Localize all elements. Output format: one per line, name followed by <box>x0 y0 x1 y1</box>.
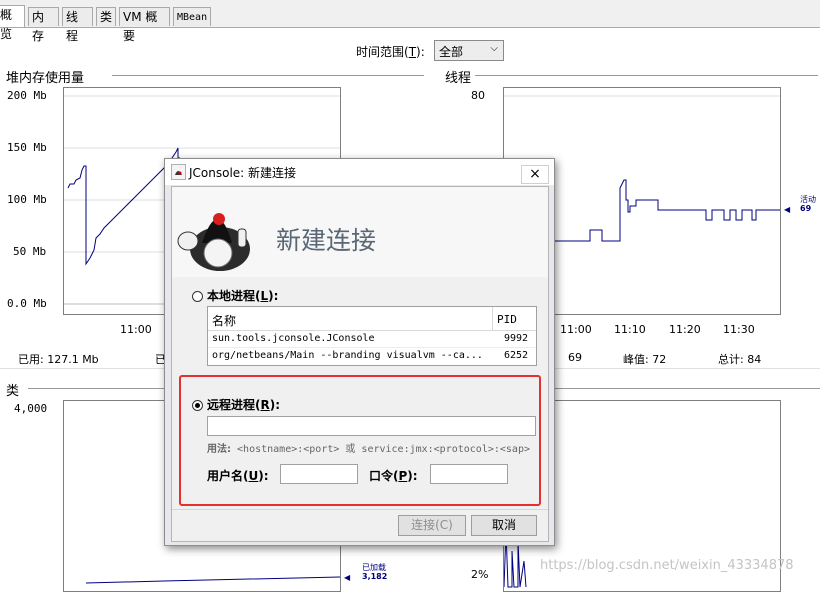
dialog-title-bar[interactable]: JConsole: 新建连接 × <box>165 159 554 185</box>
classes-y-tick: 4,000 <box>14 402 48 415</box>
cancel-button[interactable]: 取消 <box>471 515 537 536</box>
table-header-pid[interactable]: PID <box>492 307 536 331</box>
threads-total-status: 总计: 84 <box>718 353 762 366</box>
chevron-down-icon: ⌵ <box>490 43 498 54</box>
java-duke-logo <box>177 213 250 271</box>
table-row[interactable]: org/netbeans/Main --branding visualvm --… <box>208 348 536 364</box>
highlight-box <box>179 375 541 506</box>
tab-memory[interactable]: 内存 <box>28 7 59 43</box>
tab-mbean[interactable]: MBean <box>173 7 211 26</box>
classes-legend-value: 3,182 <box>362 572 388 581</box>
threads-chart-title: 线程 <box>445 71 472 86</box>
local-process-radio[interactable] <box>192 291 203 302</box>
banner-title: 新建连接 <box>276 226 377 255</box>
java-app-icon <box>171 164 186 180</box>
tab-vm-summary[interactable]: VM 概要 <box>119 7 170 43</box>
threads-x-tick: 11:00 <box>560 323 592 336</box>
heap-y-tick: 0.0 Mb <box>7 297 47 310</box>
table-row[interactable]: sun.tools.jconsole.JConsole 9992 <box>208 331 536 348</box>
dialog-banner: 新建连接 <box>172 187 548 277</box>
connect-button[interactable]: 连接(C) <box>398 515 466 536</box>
tab-threads[interactable]: 线程 <box>62 7 93 43</box>
threads-legend-arrow: ◀ <box>784 205 791 214</box>
threads-legend-value: 69 <box>800 204 812 213</box>
heap-y-tick: 150 Mb <box>7 141 47 154</box>
local-process-table[interactable]: 名称 PID sun.tools.jconsole.JConsole 9992 … <box>207 306 537 366</box>
threads-peak-status: 峰值: 72 <box>623 353 667 366</box>
classes-legend-arrow: ◀ <box>344 573 351 582</box>
tab-overview[interactable]: 概览 <box>0 5 25 41</box>
tab-bar: 概览 内存 线程 类 VM 概要 MBean <box>0 0 820 43</box>
time-range-label: 时间范围(T): <box>356 45 425 59</box>
time-range-value: 全部 <box>439 45 464 59</box>
threads-x-tick: 11:10 <box>614 323 646 336</box>
heap-y-tick: 200 Mb <box>7 89 47 102</box>
close-button[interactable]: × <box>521 165 549 184</box>
tab-classes[interactable]: 类 <box>96 7 116 26</box>
heap-x-tick: 11:00 <box>120 323 152 336</box>
threads-live-status: 69 <box>568 351 582 364</box>
close-icon: × <box>529 166 541 182</box>
heap-used-status: 已用: 127.1 Mb <box>18 353 99 366</box>
local-process-label: 本地进程(L): <box>207 289 279 303</box>
table-header-name[interactable]: 名称 <box>208 307 493 331</box>
threads-x-tick: 11:20 <box>669 323 701 336</box>
heap-y-tick: 50 Mb <box>13 245 47 258</box>
threads-y-tick: 80 <box>471 89 485 102</box>
threads-x-tick: 11:30 <box>723 323 755 336</box>
dialog-title: JConsole: 新建连接 <box>189 166 297 180</box>
heap-chart-title: 堆内存使用量 <box>6 71 85 86</box>
heap-y-tick: 100 Mb <box>7 193 47 206</box>
time-range-select[interactable]: 全部 ⌵ <box>434 40 504 61</box>
watermark: https://blog.csdn.net/weixin_43334878 <box>540 558 794 573</box>
classes-chart-title: 类 <box>6 384 20 399</box>
cpu-y-tick: 2% <box>471 568 489 581</box>
